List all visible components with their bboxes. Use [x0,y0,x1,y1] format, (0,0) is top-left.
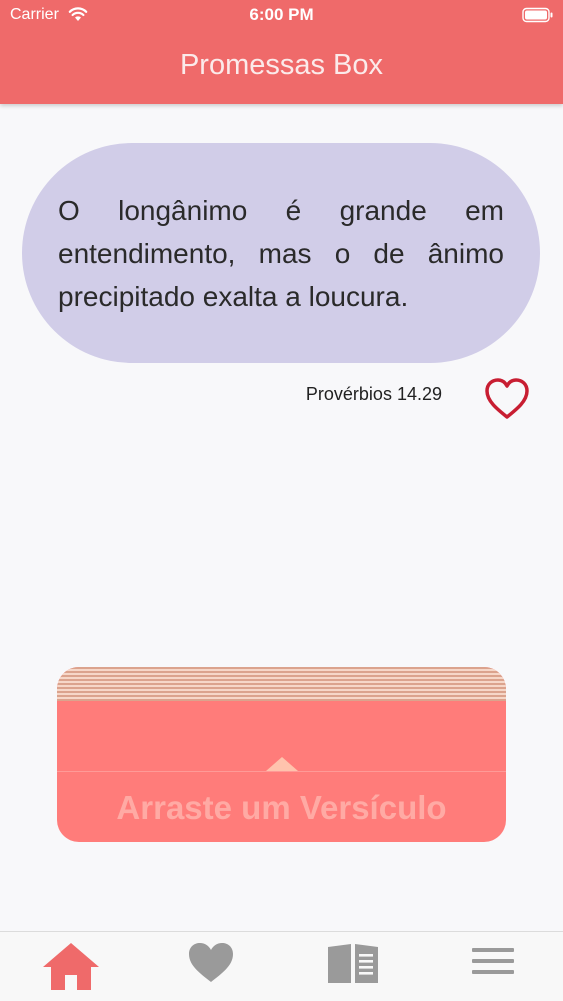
status-bar: Carrier 6:00 PM [0,0,563,32]
battery-icon [522,7,554,23]
heart-outline-icon[interactable] [483,377,531,421]
home-icon [31,940,111,992]
verse-text: O longânimo é grande em entendimento, ma… [58,195,504,312]
tab-menu[interactable] [453,940,533,998]
heart-icon [171,940,251,986]
tab-book[interactable] [313,940,393,998]
chevron-up-icon [265,756,299,772]
app-header: Carrier 6:00 PM Promessas Box [0,0,563,104]
tab-bar [0,931,563,1001]
status-time: 6:00 PM [249,5,314,24]
verse-reference: Provérbios 14.29 [305,384,442,404]
verse-bubble: O longânimo é grande em entendimento, ma… [22,143,540,363]
page-title: Promessas Box [179,49,384,81]
tab-home[interactable] [31,940,111,998]
drag-label: Arraste um Versículo [116,789,447,826]
card-stack-edge [57,667,506,701]
tab-favorites[interactable] [171,940,251,998]
book-icon [313,940,393,986]
menu-icon [453,940,533,980]
drag-verse-area[interactable]: Arraste um Versículo [57,667,506,842]
